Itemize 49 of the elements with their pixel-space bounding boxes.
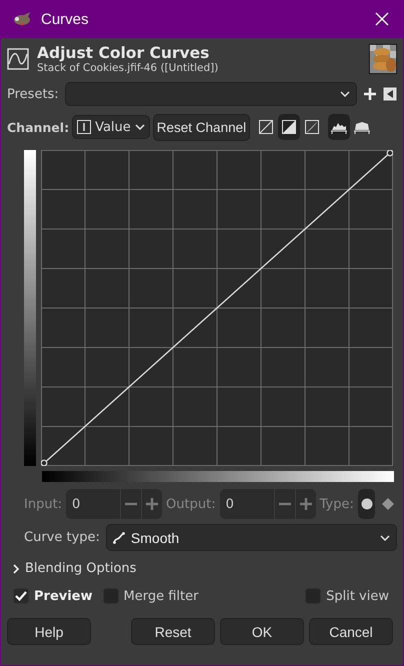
type-label: Type: [320,496,354,512]
curve-scale-icon [282,120,296,134]
curve-type-dropdown[interactable]: Smooth [106,524,397,551]
window-title: Curves [41,10,90,28]
curve-icon [7,48,29,70]
checkbox-option[interactable]: Preview [13,588,93,604]
chevron-down-icon [380,534,390,540]
checkbox[interactable] [13,588,29,604]
circle-icon [360,498,373,510]
input-label: Input: [24,496,62,512]
curve-scale-icon [259,120,274,134]
plus-icon [300,498,312,510]
curve-type-label: Curve type: [24,530,100,545]
dialog-title: Adjust Color Curves [37,44,210,62]
dialog-button[interactable]: Cancel [309,618,393,645]
smooth-curve-icon [112,532,125,544]
add-icon[interactable] [363,87,377,101]
chevron-right-icon [12,564,20,574]
blending-options-expander[interactable]: Blending Options [7,561,136,576]
plus-icon [146,498,158,510]
dialog-button[interactable]: Help [7,618,91,645]
chevron-down-icon [340,91,350,97]
plus-button[interactable] [141,489,162,519]
minus-button[interactable] [274,489,295,519]
diamond-icon [382,498,394,510]
presets-label: Presets: [7,86,59,102]
close-icon [375,12,389,26]
menu-icon[interactable] [383,87,397,101]
channel-label: Channel: [7,120,70,134]
image-thumbnail [369,44,397,74]
checkbox-option[interactable]: Split view [305,588,389,604]
channel-icon [77,120,92,134]
channel-dropdown[interactable]: Value [72,115,150,139]
plus-button[interactable] [294,489,316,519]
check-icon [15,591,27,601]
dialog-button[interactable]: OK [220,618,304,645]
histogram-button[interactable] [328,114,350,140]
image-name: Stack of Cookies.jfif-46 ([Untitled]) [37,62,220,74]
output-label: Output: [166,496,216,512]
curve-scale-icon [305,120,320,134]
minus-button[interactable] [120,489,142,519]
curve-graph[interactable] [41,150,393,466]
chevron-down-icon [134,124,145,130]
histogram-icon [354,120,370,134]
dialog-button[interactable]: Reset [131,618,215,645]
checkbox-option[interactable]: Merge filter [102,588,198,604]
scale-button[interactable] [278,114,300,140]
mascot-icon [11,11,33,27]
reset-channel-button[interactable]: Reset Channel [152,114,250,140]
